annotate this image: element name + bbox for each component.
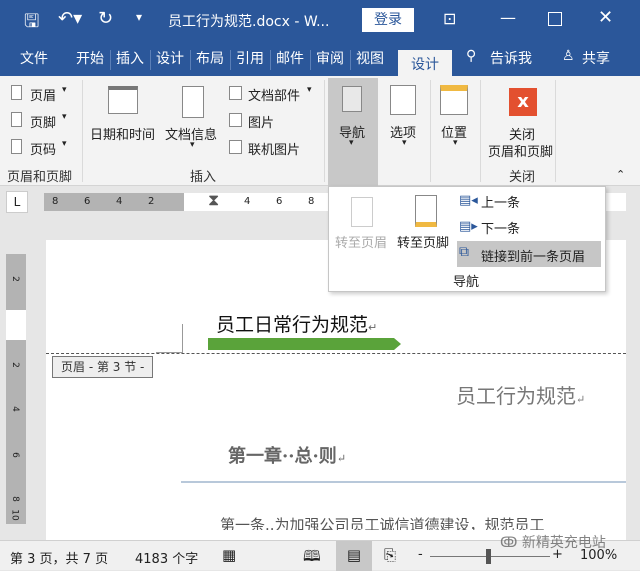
quick-parts-icon (229, 86, 242, 100)
header-accent-bar (208, 338, 401, 350)
share-button[interactable]: 共享 (582, 48, 610, 68)
close-header-footer-icon: x (509, 88, 537, 116)
quick-parts-button[interactable]: 文档部件 (248, 85, 300, 104)
group-close: 关闭 (509, 170, 536, 185)
ruler-tick: 2 (148, 196, 155, 207)
tab-header-footer-design[interactable]: 设计 (398, 50, 452, 76)
tab-references[interactable]: 引用 (236, 48, 264, 68)
ruler-tick: 10 (9, 509, 20, 521)
read-mode-icon[interactable]: 🕮 (303, 546, 321, 571)
tab-view[interactable]: 视图 (356, 48, 384, 68)
tab-review[interactable]: 审阅 (316, 48, 344, 68)
header-button[interactable]: 页眉 (30, 85, 56, 104)
online-picture-icon (229, 140, 242, 154)
indent-marker[interactable]: ⧗ (208, 190, 219, 210)
previous-button[interactable]: 上一条 (481, 192, 520, 211)
footer-icon (11, 112, 22, 127)
date-time-button[interactable]: 日期和时间 (90, 124, 155, 143)
ruler-tick: 4 (244, 196, 251, 207)
web-layout-icon[interactable]: ⎘ (384, 546, 396, 564)
tab-design[interactable]: 设计 (156, 48, 184, 68)
navigation-dropdown: 转至页眉 转至页脚 ▤◂ 上一条 ▤▸ 下一条 ⧉ 链接到前一条页眉 导航 (328, 186, 606, 292)
online-picture-button[interactable]: 联机图片 (248, 139, 300, 158)
navigation-button[interactable]: 导航 ▾ (328, 78, 378, 186)
proofing-icon[interactable]: ▦ (222, 546, 236, 564)
tab-file[interactable]: 文件 (20, 48, 48, 68)
goto-footer-icon (415, 195, 437, 227)
tab-insert[interactable]: 插入 (116, 48, 144, 68)
watermark: ↂ 新精英充电站 (500, 535, 606, 551)
share-icon[interactable]: ♙ (562, 48, 575, 64)
ruler-tick: 6 (9, 452, 20, 458)
undo-icon[interactable]: ↶▾ (58, 8, 82, 29)
position-icon (440, 85, 468, 115)
goto-header-button: 转至页眉 (335, 236, 388, 251)
header-section-tag: 页眉 - 第 3 节 - (52, 356, 154, 378)
page-number-button[interactable]: 页码 (30, 139, 56, 158)
ribbon: 页眉 ▾ 页脚 ▾ 页码 ▾ 页眉和页脚 日期和时间 文档信息 ▾ 文档部件 ▾ 图片 … (0, 76, 640, 186)
body-text[interactable]: 第一条..为加强公司员工诚信道德建设，规范员工 (220, 514, 545, 530)
page-count[interactable]: 第 3 页，共 7 页 (10, 548, 108, 567)
goto-footer-button[interactable]: 转至页脚 (397, 232, 449, 251)
ruler-tick: 8 (52, 196, 59, 207)
ribbon-display-icon[interactable]: ⊡ (443, 9, 456, 28)
doc-info-icon (182, 86, 204, 118)
word-count[interactable]: 4183 个字 (135, 548, 198, 567)
group-navigation: 导航 (453, 275, 480, 290)
save-icon[interactable]: 🖫 (24, 9, 39, 39)
document-title: 员工行为规范.docx - W... (168, 14, 330, 30)
picture-icon (229, 113, 242, 127)
minimize-icon[interactable]: — (500, 8, 516, 27)
next-button[interactable]: 下一条 (481, 218, 520, 237)
previous-icon: ▤◂ (459, 193, 478, 208)
vertical-ruler[interactable]: 2 2 4 6 8 10 (6, 254, 26, 524)
document-title[interactable]: 员工行为规范↵ (456, 380, 585, 409)
close-icon[interactable]: ✕ (598, 7, 613, 28)
collapse-ribbon-icon[interactable]: ⌃ (616, 168, 625, 181)
search-icon[interactable]: ⚲ (466, 48, 476, 64)
ruler-tick: 6 (276, 196, 283, 207)
login-button[interactable]: 登录 (362, 8, 414, 32)
link-previous-icon: ⧉ (459, 244, 469, 260)
maximize-icon[interactable] (548, 12, 562, 26)
header-icon (11, 85, 22, 100)
zoom-out-button[interactable]: - (418, 547, 423, 562)
tab-home[interactable]: 开始 (76, 48, 104, 68)
ribbon-tabs: 文件 开始 插入 设计 布局 引用 邮件 审阅 视图 设计 ⚲ 告诉我 ♙ 共享 (0, 40, 640, 76)
ruler-tick: 4 (116, 196, 123, 207)
print-layout-icon[interactable]: ▤ (336, 541, 372, 571)
next-icon: ▤▸ (459, 219, 478, 234)
goto-header-icon (351, 197, 373, 227)
options-icon (390, 85, 416, 115)
footer-button[interactable]: 页脚 (30, 112, 56, 131)
tab-selector[interactable]: L (6, 191, 28, 213)
ruler-tick: 2 (9, 276, 20, 282)
group-insert: 插入 (190, 170, 217, 185)
date-time-icon (108, 86, 138, 114)
tell-me[interactable]: 告诉我 (490, 48, 532, 68)
close-header-footer-label[interactable]: 页眉和页脚 (488, 141, 553, 160)
ruler-tick: 6 (84, 196, 91, 207)
ruler-tick: 4 (9, 406, 20, 412)
ruler-tick: 8 (9, 496, 20, 502)
tab-layout[interactable]: 布局 (196, 48, 224, 68)
customize-icon[interactable]: ▾ (136, 10, 142, 24)
picture-button[interactable]: 图片 (248, 112, 274, 131)
navigation-icon (342, 86, 362, 112)
link-to-previous-button[interactable]: ⧉ 链接到前一条页眉 (457, 241, 601, 267)
title-bar: 🖫 ↶▾ ↻ ▾ 员工行为规范.docx - W... 登录 ⊡ — ✕ (0, 0, 640, 40)
chapter-heading[interactable]: 第一章··总·则↵ (228, 442, 346, 468)
group-header-footer: 页眉和页脚 (7, 170, 73, 185)
header-title[interactable]: 员工日常行为规范↵ (216, 310, 377, 337)
redo-icon[interactable]: ↻ (98, 8, 113, 29)
page-number-icon (11, 139, 22, 154)
ruler-tick: 8 (308, 196, 315, 207)
tab-mailings[interactable]: 邮件 (276, 48, 304, 68)
zoom-slider-thumb[interactable] (486, 549, 491, 564)
ruler-tick: 2 (9, 362, 20, 368)
